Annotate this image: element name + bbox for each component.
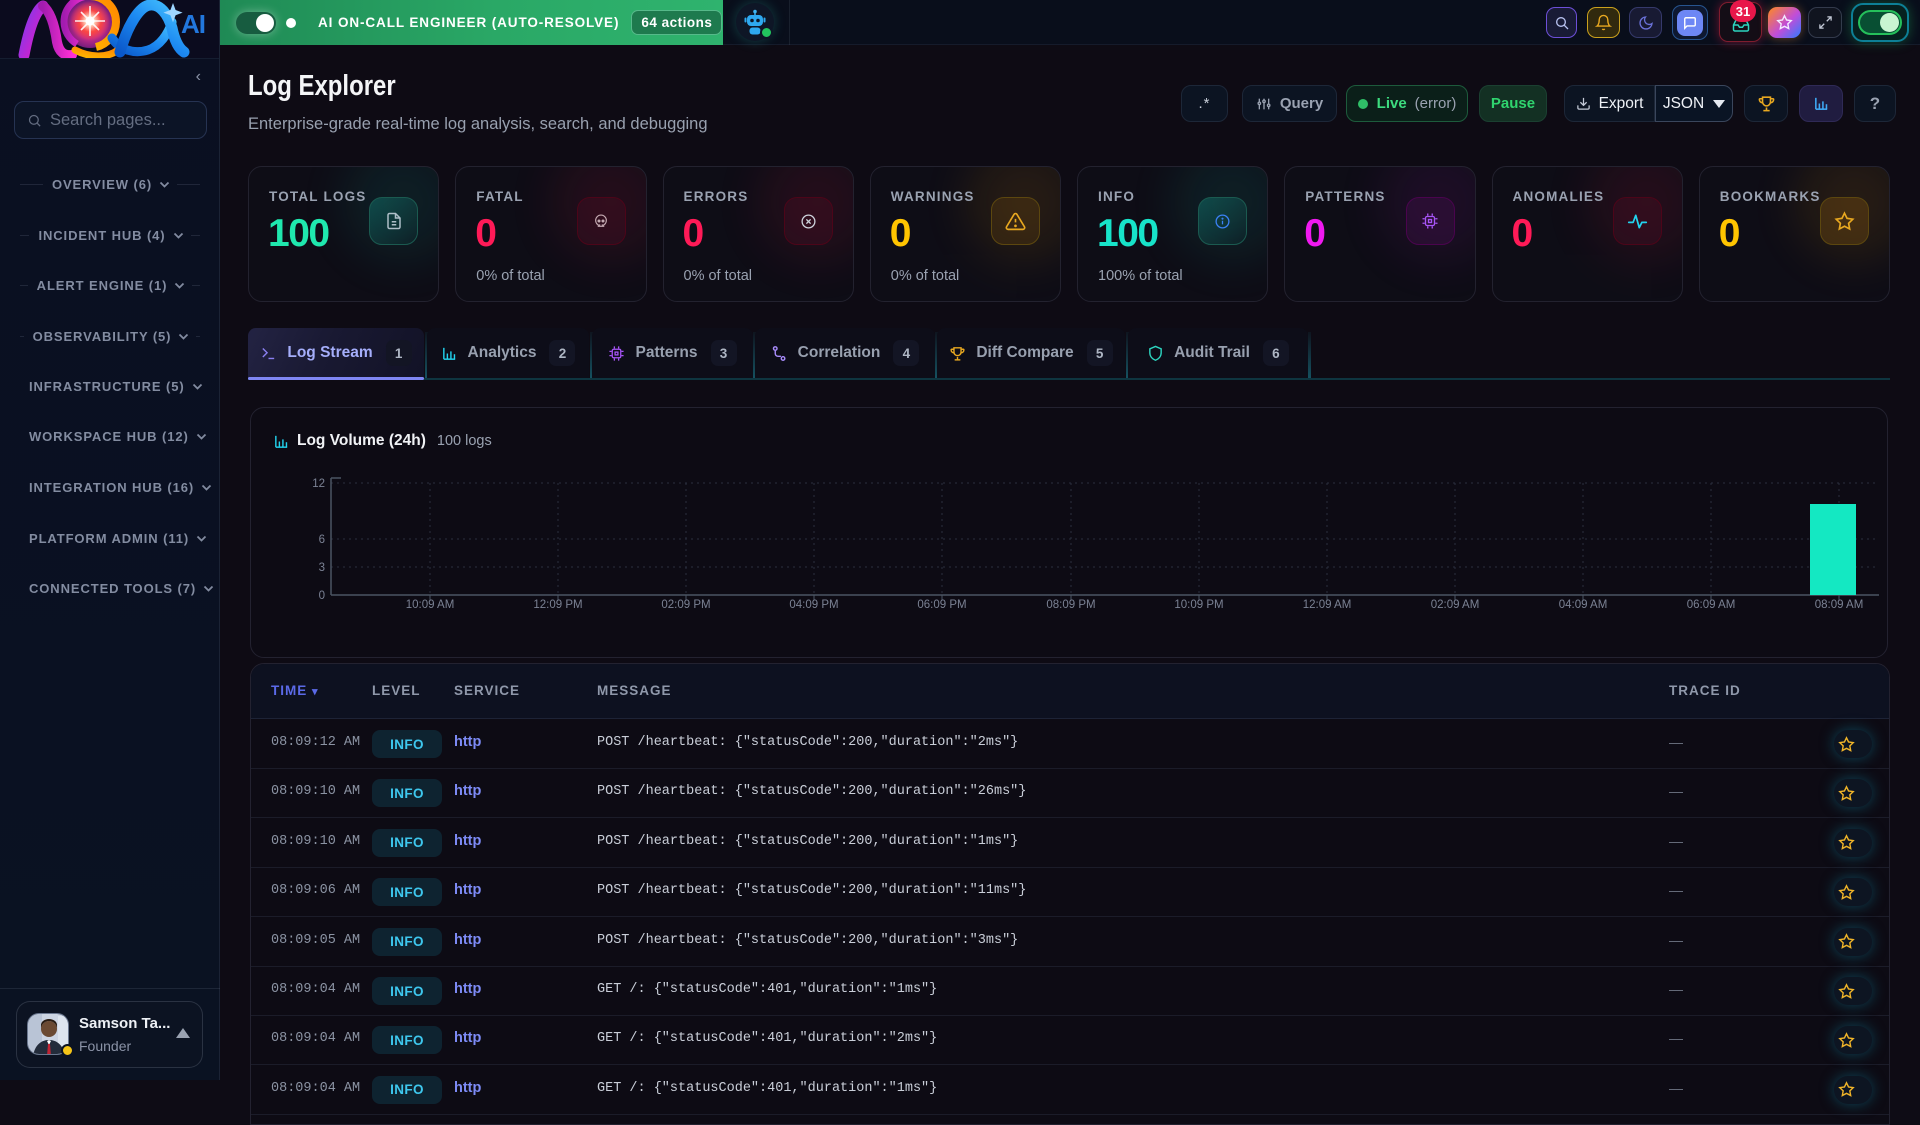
svg-text:3: 3 — [319, 562, 325, 574]
svg-text:02:09 PM: 02:09 PM — [661, 599, 710, 611]
svg-text:10:09 PM: 10:09 PM — [1174, 599, 1223, 611]
svg-text:06:09 PM: 06:09 PM — [917, 599, 966, 611]
svg-text:08:09 PM: 08:09 PM — [1046, 599, 1095, 611]
svg-text:AI: AI — [181, 9, 205, 39]
svg-text:06:09 AM: 06:09 AM — [1687, 599, 1736, 611]
svg-text:10:09 AM: 10:09 AM — [406, 599, 455, 611]
svg-text:08:09 AM: 08:09 AM — [1815, 599, 1864, 611]
svg-text:6: 6 — [319, 534, 325, 546]
svg-text:12:09 PM: 12:09 PM — [533, 599, 582, 611]
svg-text:0: 0 — [319, 590, 325, 602]
svg-text:12: 12 — [312, 478, 325, 490]
svg-text:04:09 PM: 04:09 PM — [789, 599, 838, 611]
svg-text:04:09 AM: 04:09 AM — [1559, 599, 1608, 611]
svg-text:02:09 AM: 02:09 AM — [1431, 599, 1480, 611]
svg-text:12:09 AM: 12:09 AM — [1303, 599, 1352, 611]
